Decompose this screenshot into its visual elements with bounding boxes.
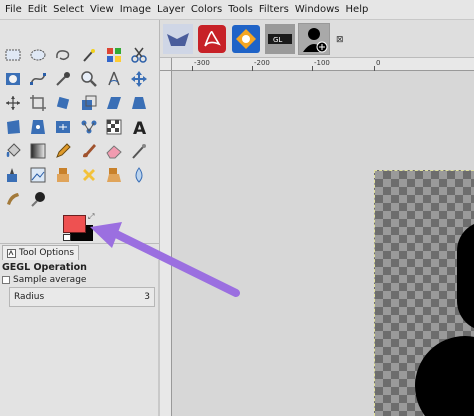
radius-spinbutton[interactable]: Radius 3 xyxy=(9,287,155,307)
align-icon[interactable] xyxy=(2,92,24,114)
sample-average-row[interactable]: Sample average xyxy=(2,275,86,285)
image-shape xyxy=(415,336,474,416)
menu-help[interactable]: Help xyxy=(343,0,372,20)
gradient-icon[interactable] xyxy=(27,140,49,162)
ruler-tick xyxy=(312,66,313,71)
menu-bar: File Edit Select View Image Layer Colors… xyxy=(0,0,474,20)
move-icon[interactable] xyxy=(128,68,150,90)
flip-icon[interactable] xyxy=(78,116,100,138)
cage-transform-icon[interactable] xyxy=(52,116,74,138)
by-color-select-icon[interactable] xyxy=(103,44,125,66)
image-thumb-3[interactable] xyxy=(230,23,262,55)
paintbrush-icon[interactable] xyxy=(78,140,100,162)
reset-colors-icon[interactable] xyxy=(63,234,71,241)
eraser-icon[interactable] xyxy=(103,140,125,162)
mypaint-brush-icon[interactable] xyxy=(27,164,49,186)
image-tabs: GL ⊠ xyxy=(160,20,474,58)
foreground-color-swatch[interactable] xyxy=(63,215,86,233)
tool-options-icon xyxy=(7,248,16,258)
image-thumb-user[interactable] xyxy=(298,23,330,55)
ruler-left[interactable] xyxy=(160,71,172,416)
scissors-select-icon[interactable] xyxy=(128,44,150,66)
measure-icon[interactable] xyxy=(103,68,125,90)
menu-colors[interactable]: Colors xyxy=(188,0,225,20)
ruler-label: -300 xyxy=(194,59,210,67)
svg-text:GL: GL xyxy=(273,36,282,44)
radius-value: 3 xyxy=(144,292,150,302)
ruler-tick xyxy=(252,66,253,71)
menu-tools[interactable]: Tools xyxy=(225,0,256,20)
handle-transform-icon[interactable] xyxy=(27,116,49,138)
clone-icon[interactable] xyxy=(52,164,74,186)
perspective-icon[interactable] xyxy=(128,92,150,114)
sample-average-checkbox[interactable] xyxy=(2,276,10,284)
color-picker-icon[interactable] xyxy=(52,68,74,90)
scale-icon[interactable] xyxy=(78,92,100,114)
menu-image[interactable]: Image xyxy=(117,0,154,20)
rect-select-icon[interactable] xyxy=(2,44,24,66)
image-thumb-1[interactable] xyxy=(162,23,194,55)
free-select-icon[interactable] xyxy=(52,44,74,66)
dodge-burn-icon[interactable] xyxy=(27,188,49,210)
tab-tool-options[interactable]: Tool Options xyxy=(2,245,80,260)
blur-sharpen-icon[interactable] xyxy=(128,164,150,186)
text-icon[interactable]: A xyxy=(128,116,150,138)
bucket-fill-icon[interactable] xyxy=(2,140,24,162)
shear-icon[interactable] xyxy=(103,92,125,114)
ruler-label: 0 xyxy=(376,59,381,67)
crop-icon[interactable] xyxy=(27,92,49,114)
close-image-icon[interactable]: ⊠ xyxy=(336,35,344,45)
tab-tool-options-label: Tool Options xyxy=(19,248,75,258)
ruler-label: -200 xyxy=(254,59,270,67)
image-thumb-gl[interactable]: GL xyxy=(264,23,296,55)
menu-windows[interactable]: Windows xyxy=(292,0,343,20)
image-thumb-pdf[interactable] xyxy=(196,23,228,55)
swap-colors-icon[interactable]: ⤢ xyxy=(88,212,94,222)
ellipse-select-icon[interactable] xyxy=(27,44,49,66)
tool-options-title: GEGL Operation xyxy=(2,262,87,273)
radius-label: Radius xyxy=(14,292,45,302)
menu-file[interactable]: File xyxy=(2,0,25,20)
pencil-icon[interactable] xyxy=(52,140,74,162)
sample-average-label: Sample average xyxy=(13,275,87,285)
gimp-window: File Edit Select View Image Layer Colors… xyxy=(0,0,474,416)
ink-icon[interactable] xyxy=(2,164,24,186)
ruler-tick xyxy=(374,66,375,71)
menu-view[interactable]: View xyxy=(87,0,117,20)
ruler-corner[interactable] xyxy=(160,58,172,71)
menu-edit[interactable]: Edit xyxy=(25,0,50,20)
ruler-tick xyxy=(192,66,193,71)
fuzzy-select-icon[interactable] xyxy=(78,44,100,66)
menu-filters[interactable]: Filters xyxy=(256,0,292,20)
airbrush-icon[interactable] xyxy=(128,140,150,162)
smudge-icon[interactable] xyxy=(2,188,24,210)
image-canvas[interactable] xyxy=(374,170,474,416)
ruler-label: -100 xyxy=(314,59,330,67)
dock-tab-bar: Tool Options xyxy=(0,243,160,260)
perspective-clone-icon[interactable] xyxy=(103,164,125,186)
menu-layer[interactable]: Layer xyxy=(154,0,188,20)
image-shape xyxy=(457,221,474,331)
unified-transform-icon[interactable] xyxy=(2,116,24,138)
paths-icon[interactable] xyxy=(27,68,49,90)
foreground-select-icon[interactable] xyxy=(2,68,24,90)
rotate-icon[interactable] xyxy=(52,92,74,114)
warp-transform-icon[interactable] xyxy=(103,116,125,138)
menu-select[interactable]: Select xyxy=(50,0,87,20)
svg-text:A: A xyxy=(133,119,147,136)
heal-icon[interactable] xyxy=(78,164,100,186)
ruler-top[interactable]: -300 -200 -100 0 xyxy=(172,58,474,71)
zoom-icon[interactable] xyxy=(78,68,100,90)
